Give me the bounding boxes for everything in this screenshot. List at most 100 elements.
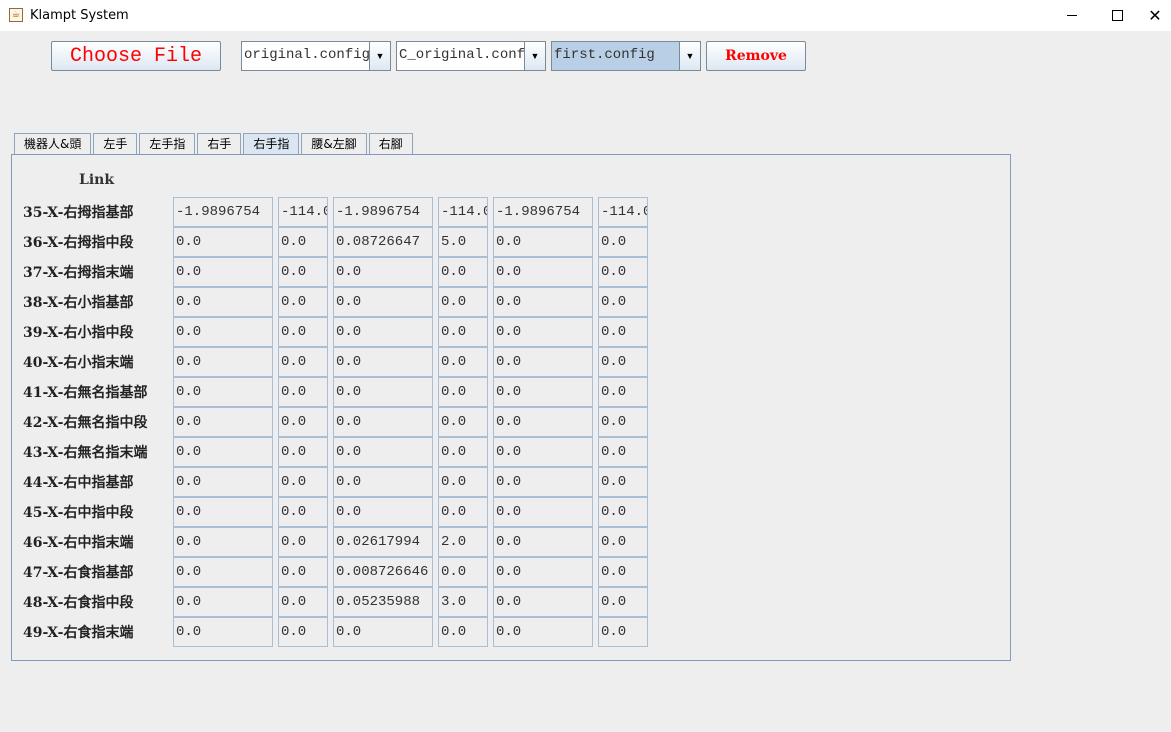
value-field[interactable]: 0.0 [173, 527, 273, 557]
value-field[interactable]: 5.0 [438, 227, 488, 257]
value-field[interactable]: 0.0 [598, 407, 648, 437]
value-field[interactable]: 0.0 [493, 587, 593, 617]
remove-button[interactable]: Remove [706, 41, 806, 71]
value-field[interactable]: 0.0 [278, 407, 328, 437]
value-field[interactable]: 0.0 [333, 257, 433, 287]
value-field[interactable]: 0.0 [598, 497, 648, 527]
value-field[interactable]: -1.9896754 [493, 197, 593, 227]
value-field[interactable]: 0.0 [173, 557, 273, 587]
value-field[interactable]: 0.0 [493, 527, 593, 557]
value-field[interactable]: 0.0 [493, 467, 593, 497]
minimize-button[interactable] [1049, 0, 1095, 31]
value-field[interactable]: 0.0 [278, 587, 328, 617]
value-field[interactable]: 0.0 [278, 617, 328, 647]
value-field[interactable]: 0.0 [438, 287, 488, 317]
value-field[interactable]: -1.9896754 [173, 197, 273, 227]
value-field[interactable]: 0.0 [278, 287, 328, 317]
value-field[interactable]: 0.0 [438, 317, 488, 347]
value-field[interactable]: 0.0 [493, 377, 593, 407]
value-field[interactable]: 0.08726647 [333, 227, 433, 257]
chevron-down-icon[interactable]: ▼ [369, 42, 390, 70]
value-field[interactable]: 0.0 [438, 347, 488, 377]
value-field[interactable]: 3.0 [438, 587, 488, 617]
value-field[interactable]: 0.0 [493, 347, 593, 377]
value-field[interactable]: 0.0 [173, 317, 273, 347]
value-field[interactable]: 0.0 [598, 287, 648, 317]
value-field[interactable]: 0.0 [333, 407, 433, 437]
value-field[interactable]: 0.0 [173, 467, 273, 497]
choose-file-button[interactable]: Choose File [51, 41, 221, 71]
config-combo-2[interactable]: C_original.config ▼ [396, 41, 546, 71]
value-field[interactable]: 0.0 [493, 227, 593, 257]
value-field[interactable]: 0.0 [173, 287, 273, 317]
value-field[interactable]: 0.0 [493, 257, 593, 287]
config-combo-1[interactable]: original.config ▼ [241, 41, 391, 71]
value-field[interactable]: 0.0 [278, 527, 328, 557]
value-field[interactable]: 0.0 [333, 437, 433, 467]
value-field[interactable]: 0.0 [333, 317, 433, 347]
value-field[interactable]: 0.0 [493, 497, 593, 527]
value-field[interactable]: 0.0 [278, 437, 328, 467]
value-field[interactable]: 0.0 [278, 347, 328, 377]
value-field[interactable]: 0.0 [278, 557, 328, 587]
value-field[interactable]: 0.0 [278, 467, 328, 497]
chevron-down-icon[interactable]: ▼ [524, 42, 545, 70]
tab-waist-left-leg[interactable]: 腰&左腳 [301, 133, 367, 154]
value-field[interactable]: -114.0 [278, 197, 328, 227]
value-field[interactable]: 0.008726646 [333, 557, 433, 587]
value-field[interactable]: 0.0 [598, 467, 648, 497]
value-field[interactable]: 0.0 [333, 467, 433, 497]
value-field[interactable]: 0.0 [438, 377, 488, 407]
value-field[interactable]: 0.0 [438, 257, 488, 287]
tab-left-fingers[interactable]: 左手指 [139, 133, 196, 154]
value-field[interactable]: 0.0 [278, 227, 328, 257]
value-field[interactable]: 0.0 [598, 557, 648, 587]
value-field[interactable]: 0.0 [598, 617, 648, 647]
value-field[interactable]: 0.0 [598, 527, 648, 557]
value-field[interactable]: 0.0 [493, 407, 593, 437]
value-field[interactable]: 0.0 [173, 437, 273, 467]
value-field[interactable]: 0.0 [173, 407, 273, 437]
value-field[interactable]: 0.0 [278, 377, 328, 407]
tab-right-leg[interactable]: 右腳 [368, 133, 413, 154]
value-field[interactable]: 0.02617994 [333, 527, 433, 557]
close-button[interactable]: ✕ [1139, 0, 1171, 31]
value-field[interactable]: 0.0 [173, 587, 273, 617]
value-field[interactable]: 2.0 [438, 527, 488, 557]
value-field[interactable]: 0.0 [493, 617, 593, 647]
value-field[interactable]: 0.0 [333, 287, 433, 317]
value-field[interactable]: 0.0 [438, 557, 488, 587]
config-combo-3[interactable]: first.config ▼ [551, 41, 701, 71]
value-field[interactable]: 0.0 [493, 287, 593, 317]
value-field[interactable]: 0.0 [438, 617, 488, 647]
value-field[interactable]: 0.0 [598, 587, 648, 617]
value-field[interactable]: 0.0 [278, 257, 328, 287]
value-field[interactable]: 0.0 [333, 347, 433, 377]
value-field[interactable]: 0.0 [598, 347, 648, 377]
value-field[interactable]: -114.0 [598, 197, 648, 227]
value-field[interactable]: 0.0 [333, 617, 433, 647]
value-field[interactable]: 0.0 [493, 557, 593, 587]
value-field[interactable]: 0.0 [173, 617, 273, 647]
value-field[interactable]: -114.0 [438, 197, 488, 227]
value-field[interactable]: 0.0 [598, 437, 648, 467]
value-field[interactable]: 0.0 [438, 437, 488, 467]
value-field[interactable]: 0.0 [493, 317, 593, 347]
tab-left-hand[interactable]: 左手 [93, 133, 138, 154]
value-field[interactable]: -1.9896754 [333, 197, 433, 227]
value-field[interactable]: 0.0 [173, 227, 273, 257]
value-field[interactable]: 0.0 [598, 227, 648, 257]
value-field[interactable]: 0.0 [438, 407, 488, 437]
tab-right-fingers[interactable]: 右手指 [243, 133, 300, 155]
chevron-down-icon[interactable]: ▼ [679, 42, 700, 70]
maximize-button[interactable] [1094, 0, 1140, 31]
value-field[interactable]: 0.0 [598, 317, 648, 347]
value-field[interactable]: 0.0 [333, 497, 433, 527]
value-field[interactable]: 0.0 [438, 497, 488, 527]
value-field[interactable]: 0.0 [493, 437, 593, 467]
value-field[interactable]: 0.0 [598, 377, 648, 407]
value-field[interactable]: 0.0 [438, 467, 488, 497]
value-field[interactable]: 0.0 [278, 317, 328, 347]
value-field[interactable]: 0.0 [173, 257, 273, 287]
value-field[interactable]: 0.0 [173, 347, 273, 377]
